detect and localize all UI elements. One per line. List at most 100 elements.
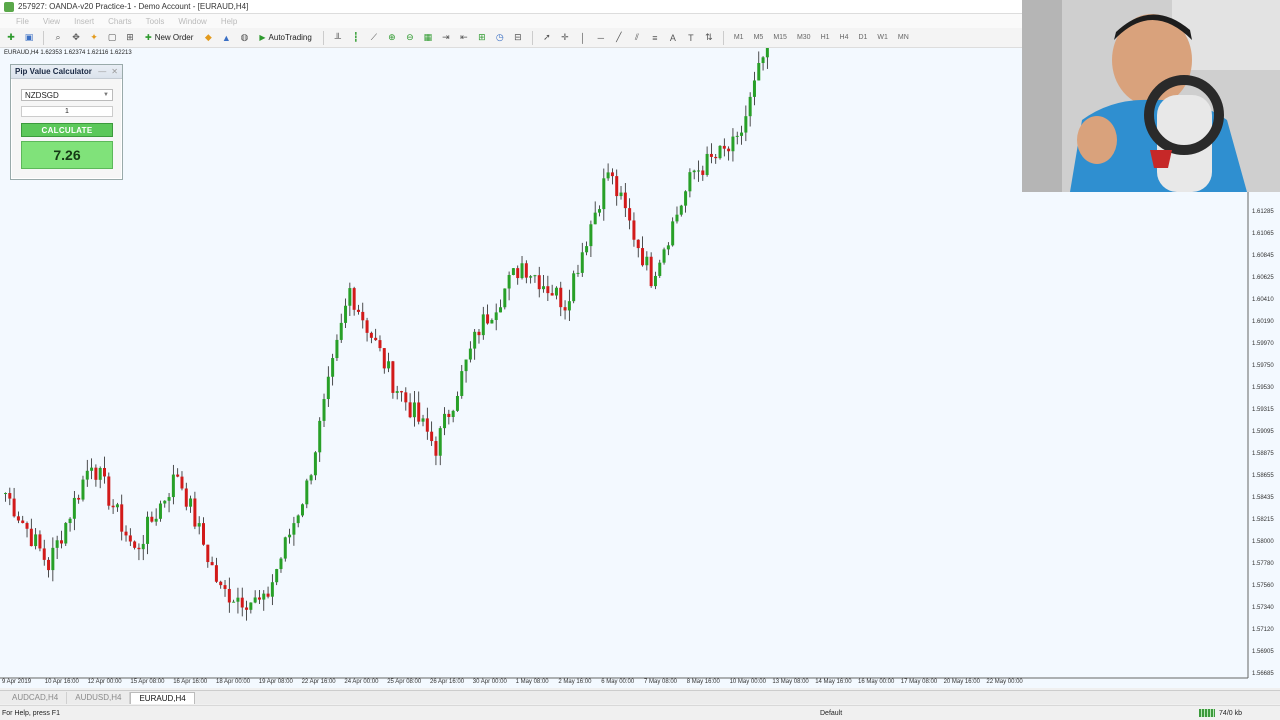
periods-icon[interactable]: ◷ <box>493 30 507 46</box>
bull-candle <box>301 504 304 516</box>
timeframe-m5[interactable]: M5 <box>751 34 767 41</box>
navigator-icon[interactable]: ✦ <box>87 30 101 46</box>
menu-window[interactable]: Window <box>178 17 206 26</box>
cursor-icon[interactable]: ➚ <box>540 30 554 46</box>
profiles-icon[interactable]: ▣ <box>22 30 36 46</box>
bear-candle <box>42 548 46 560</box>
zoom-in-icon[interactable]: ⊕ <box>385 30 399 46</box>
price-tick-label: 1.58435 <box>1252 495 1274 501</box>
bull-candle <box>348 288 352 306</box>
bull-candle <box>580 252 584 273</box>
trendline-icon[interactable]: ╱ <box>612 30 626 46</box>
auto-scroll-icon[interactable]: ⇥ <box>439 30 453 46</box>
timeframe-d1[interactable]: D1 <box>855 34 870 41</box>
symbol-dropdown[interactable]: NZDSGD ▼ <box>21 89 113 101</box>
price-tick-label: 1.58655 <box>1252 473 1274 479</box>
signals-icon[interactable]: ▲ <box>219 30 233 46</box>
market-watch-icon[interactable]: ⌕ <box>51 30 65 46</box>
price-tick-label: 1.60410 <box>1252 297 1274 303</box>
bull-candle <box>296 515 300 524</box>
bear-candle <box>408 402 412 418</box>
fibonacci-icon[interactable]: ≡ <box>648 30 662 46</box>
tab-euraud[interactable]: EURAUD,H4 <box>130 691 195 704</box>
new-order-icon: ✚ <box>145 33 152 42</box>
menu-insert[interactable]: Insert <box>74 17 94 26</box>
menu-tools[interactable]: Tools <box>146 17 165 26</box>
panel-title: Pip Value Calculator <box>15 67 92 76</box>
vertical-line-icon[interactable]: │ <box>576 30 590 46</box>
bear-candle <box>128 535 132 542</box>
bull-candle <box>279 558 283 570</box>
line-chart-icon[interactable]: ⟋ <box>367 30 381 46</box>
close-icon[interactable]: ✕ <box>111 67 118 76</box>
tile-windows-icon[interactable]: ▦ <box>421 30 435 46</box>
timeframe-m15[interactable]: M15 <box>770 34 790 41</box>
text-label-icon[interactable]: T <box>684 30 698 46</box>
time-tick-label: 9 Apr 2019 <box>2 679 32 685</box>
bear-candle <box>434 441 438 456</box>
bear-candle <box>219 581 223 586</box>
bull-candle <box>752 80 756 97</box>
zoom-out-icon[interactable]: ⊖ <box>403 30 417 46</box>
menu-charts[interactable]: Charts <box>108 17 132 26</box>
crosshair-icon[interactable]: ✛ <box>558 30 572 46</box>
calculate-button[interactable]: CALCULATE <box>21 123 113 137</box>
status-profile[interactable]: Default <box>816 710 996 717</box>
templates-icon[interactable]: ⊟ <box>511 30 525 46</box>
bull-candle <box>697 170 700 172</box>
candlestick-icon[interactable]: ┇ <box>349 30 363 46</box>
timeframe-m30[interactable]: M30 <box>794 34 814 41</box>
toolbar-separator <box>322 30 324 45</box>
menu-help[interactable]: Help <box>221 17 237 26</box>
channel-icon[interactable]: ⫽ <box>630 30 644 46</box>
bull-candle <box>141 543 145 550</box>
status-help-text: For Help, press F1 <box>2 709 60 717</box>
strategy-tester-icon[interactable]: ⊞ <box>123 30 137 46</box>
time-tick-label: 30 Apr 00:00 <box>472 679 507 685</box>
timeframe-h4[interactable]: H4 <box>837 34 852 41</box>
tab-audcad[interactable]: AUDCAD,H4 <box>4 691 68 704</box>
time-tick-label: 17 May 08:00 <box>900 679 938 685</box>
menu-file[interactable]: File <box>16 17 29 26</box>
toolbar-separator <box>43 30 44 45</box>
lots-input[interactable]: 1 <box>21 106 113 117</box>
tab-audusd[interactable]: AUDUSD,H4 <box>67 691 131 704</box>
vps-icon[interactable]: ◍ <box>237 30 251 46</box>
new-chart-icon[interactable]: ✚ <box>4 30 18 46</box>
timeframe-m1[interactable]: M1 <box>731 34 747 41</box>
bull-candle <box>167 497 171 501</box>
minimize-icon[interactable]: — <box>98 67 106 76</box>
autotrading-button[interactable]: ▶ AutoTrading <box>255 30 315 46</box>
bear-candle <box>559 287 563 308</box>
horizontal-line-icon[interactable]: ─ <box>594 30 608 46</box>
bull-candle <box>451 410 455 418</box>
timeframe-mn[interactable]: MN <box>895 34 912 41</box>
bear-candle <box>516 268 520 279</box>
bar-chart-icon[interactable]: ╨ <box>331 30 345 46</box>
symbol-value: NZDSGD <box>25 90 59 100</box>
bull-candle <box>443 413 447 429</box>
panel-header[interactable]: Pip Value Calculator — ✕ <box>11 65 122 79</box>
bull-candle <box>262 593 266 600</box>
bull-candle <box>692 170 696 173</box>
metaeditor-icon[interactable]: ◆ <box>201 30 215 46</box>
text-icon[interactable]: A <box>666 30 680 46</box>
menu-view[interactable]: View <box>43 17 60 26</box>
price-tick-label: 1.56905 <box>1252 649 1274 655</box>
new-order-button[interactable]: ✚ New Order <box>141 30 197 46</box>
bull-candle <box>529 276 533 278</box>
bear-candle <box>709 153 713 157</box>
time-tick-label: 8 May 16:00 <box>686 679 720 685</box>
time-tick-label: 12 Apr 00:00 <box>87 679 122 685</box>
timeframe-h1[interactable]: H1 <box>818 34 833 41</box>
bull-candle <box>322 399 326 421</box>
timeframe-w1[interactable]: W1 <box>874 34 891 41</box>
terminal-icon[interactable]: ▢ <box>105 30 119 46</box>
bull-candle <box>309 475 313 481</box>
indicators-icon[interactable]: ⊞ <box>475 30 489 46</box>
data-window-icon[interactable]: ✥ <box>69 30 83 46</box>
chart-shift-icon[interactable]: ⇤ <box>457 30 471 46</box>
bull-candle <box>688 172 692 192</box>
arrows-icon[interactable]: ⇅ <box>702 30 716 46</box>
bull-candle <box>249 602 253 610</box>
